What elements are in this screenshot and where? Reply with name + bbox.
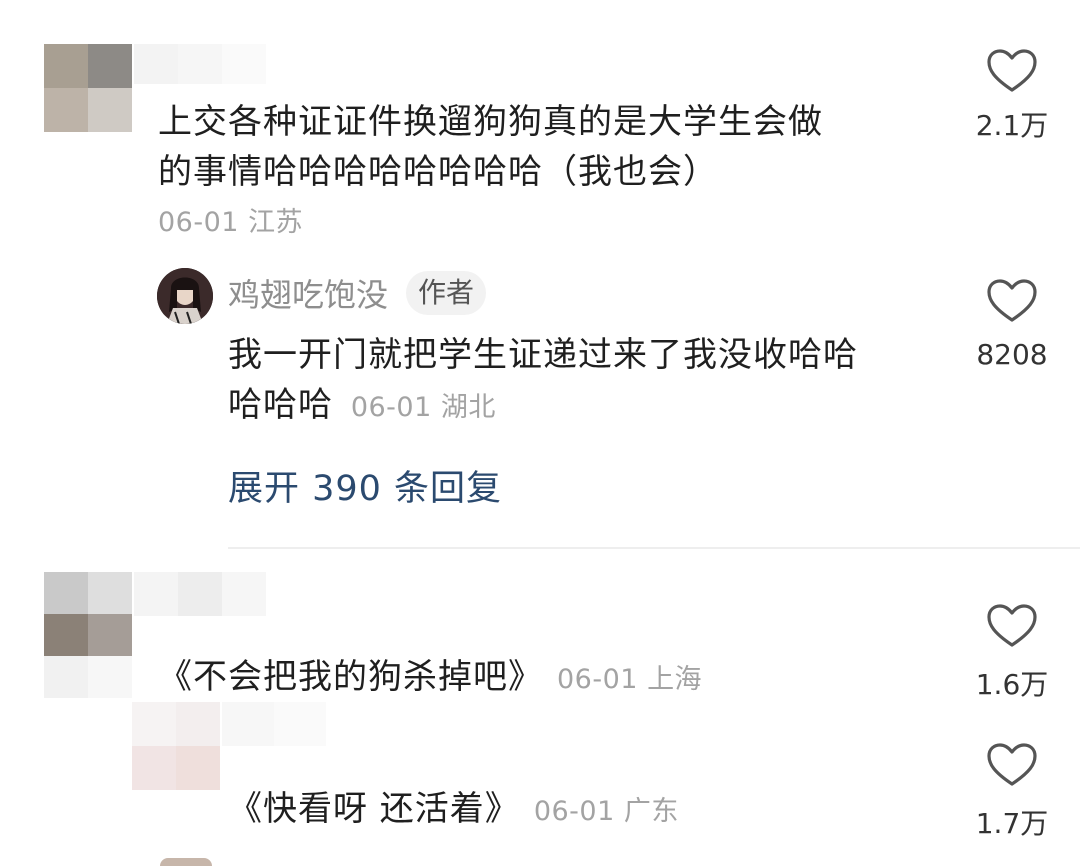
reply-meta: 06-01 湖北 xyxy=(350,392,496,423)
avatar-blurred[interactable] xyxy=(132,702,220,790)
like-count: 1.7万 xyxy=(975,807,1049,840)
like-button[interactable]: 2.1万 xyxy=(952,48,1072,144)
avatar-blurred[interactable] xyxy=(44,44,132,132)
heart-outline-icon xyxy=(987,49,1037,92)
reply-text: 我一开门就把学生证递过来了我没收哈哈 哈哈哈 06-01 湖北 xyxy=(228,335,858,425)
avatar-image xyxy=(157,268,213,324)
heart-outline-icon xyxy=(987,604,1037,647)
avatar-blurred[interactable] xyxy=(44,572,132,698)
expand-replies-button[interactable]: 展开 390 条回复 xyxy=(228,460,502,511)
comment-meta: 06-01 广东 xyxy=(533,796,679,827)
comment-meta: 06-01 江苏 xyxy=(158,207,304,238)
reply-like-count: 8208 xyxy=(976,338,1048,371)
author-badge: 作者 xyxy=(406,271,487,315)
divider xyxy=(228,547,1080,549)
avatar[interactable] xyxy=(157,268,213,324)
reply-author[interactable]: 鸡翅吃饱没 xyxy=(228,270,388,316)
comment-meta: 06-01 上海 xyxy=(557,664,703,695)
heart-outline-icon xyxy=(987,743,1037,786)
like-button[interactable]: 1.7万 xyxy=(952,742,1072,842)
next-avatar-partial xyxy=(160,858,212,866)
reply-like-button[interactable]: 8208 xyxy=(952,278,1072,371)
heart-outline-icon xyxy=(987,279,1037,322)
username-blurred[interactable] xyxy=(134,572,266,616)
like-button[interactable]: 1.6万 xyxy=(952,603,1072,703)
like-count: 2.1万 xyxy=(975,109,1049,142)
username-blurred[interactable] xyxy=(134,44,266,84)
like-count: 1.6万 xyxy=(975,668,1049,701)
comment-text: 《快看呀 还活着》 xyxy=(228,789,520,829)
comment-text: 上交各种证证件换遛狗狗真的是大学生会做 的事情哈哈哈哈哈哈哈哈（我也会） xyxy=(158,102,823,192)
username-blurred[interactable] xyxy=(222,702,332,746)
comment-text: 《不会把我的狗杀掉吧》 xyxy=(158,657,543,697)
